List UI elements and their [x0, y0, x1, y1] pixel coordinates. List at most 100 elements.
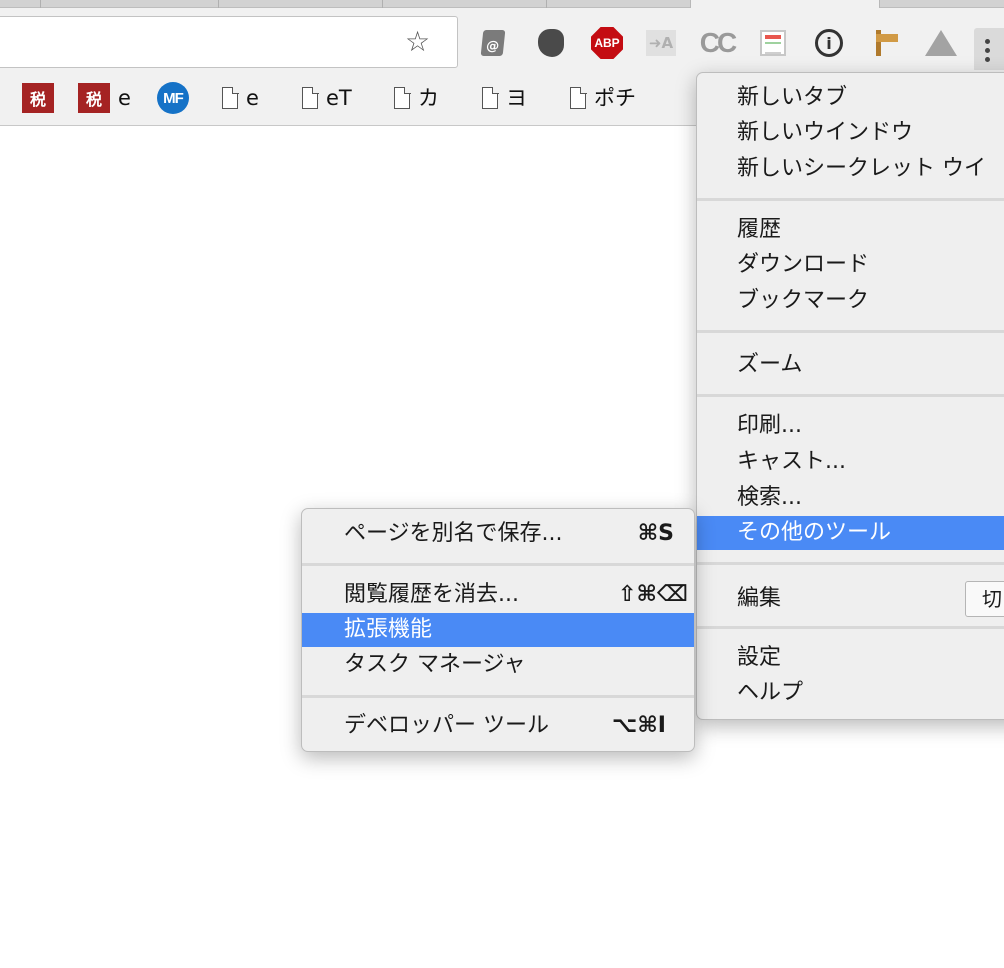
onepassword-keyhole-icon: i: [815, 29, 843, 57]
menu-item-cast[interactable]: キャスト...: [697, 445, 1004, 479]
edit-cut-button[interactable]: 切: [965, 581, 1004, 617]
document-icon: [302, 86, 319, 109]
menu-item-print[interactable]: 印刷...: [697, 409, 1004, 443]
menu-item-label: 印刷...: [737, 413, 802, 438]
menu-item-label: キャスト...: [737, 449, 846, 474]
bookmark-label: e: [246, 86, 259, 110]
signpost-icon: [870, 28, 900, 58]
bookmark-tax-e[interactable]: 税 e: [78, 82, 131, 114]
menu-item-save-page-as[interactable]: ページを別名で保存... ⌘S: [302, 517, 694, 551]
menu-item-help[interactable]: ヘルプ: [697, 676, 1004, 710]
kebab-dot-icon: [984, 47, 990, 53]
evernote-extension-button[interactable]: [534, 26, 568, 60]
bookmark-pochi[interactable]: ポチ: [570, 82, 636, 114]
abp-stop-sign-icon: ABP: [591, 27, 623, 59]
bookmark-e[interactable]: e: [222, 82, 259, 114]
bookmark-ka[interactable]: カ: [394, 82, 439, 114]
bookmark-label: eT: [326, 86, 352, 110]
menu-separator: [697, 330, 1004, 333]
reader-extension-button[interactable]: [756, 26, 790, 60]
shortcut-label: ⇧⌘⌫: [618, 582, 688, 607]
more-tools-submenu: ページを別名で保存... ⌘S 閲覧履歴を消去... ⇧⌘⌫ 拡張機能 タスク …: [301, 508, 695, 752]
menu-item-extensions[interactable]: 拡張機能: [302, 613, 694, 647]
document-icon: [394, 86, 411, 109]
bookmark-label: e: [118, 86, 131, 110]
menu-item-label: 検索...: [737, 485, 802, 510]
menu-item-label: ブックマーク: [737, 288, 870, 313]
menu-item-clear-browsing-data[interactable]: 閲覧履歴を消去... ⇧⌘⌫: [302, 578, 694, 612]
menu-separator: [302, 695, 694, 698]
menu-item-more-tools[interactable]: その他のツール: [697, 516, 1004, 550]
menu-separator: [302, 563, 694, 566]
bookmark-et[interactable]: eT: [302, 82, 352, 114]
menu-separator: [697, 394, 1004, 397]
menu-item-history[interactable]: 履歴: [697, 213, 1004, 247]
menu-item-label: ズーム: [737, 352, 803, 377]
menu-separator: [697, 562, 1004, 565]
chrome-menu-button[interactable]: [974, 28, 1004, 72]
menu-item-label: 拡張機能: [344, 617, 433, 642]
translate-extension-button[interactable]: ➜A: [644, 26, 678, 60]
tab-edge: [218, 0, 226, 8]
bookmark-label: ポチ: [594, 86, 636, 110]
cc-icon: CC: [699, 27, 737, 58]
kebab-dot-icon: [984, 38, 990, 44]
tax-icon: 税: [78, 83, 110, 113]
menu-item-label: 閲覧履歴を消去...: [344, 582, 519, 607]
bookmark-mf[interactable]: MF: [157, 82, 189, 114]
document-icon: [482, 86, 499, 109]
mf-icon: MF: [157, 82, 189, 114]
drive-triangle-icon: [925, 30, 957, 56]
menu-item-label: ページを別名で保存...: [344, 521, 563, 546]
menu-item-label: その他のツール: [737, 520, 892, 545]
bookmark-label: カ: [418, 86, 439, 110]
menu-item-developer-tools[interactable]: デベロッパー ツール ⌥⌘I: [302, 709, 694, 743]
menu-item-zoom[interactable]: ズーム: [697, 348, 1004, 382]
tab-edge: [546, 0, 554, 8]
menu-separator: [697, 626, 1004, 629]
menu-item-label: 履歴: [737, 217, 782, 242]
bookmark-star-icon[interactable]: ☆: [405, 27, 430, 57]
shortcut-label: ⌘S: [637, 521, 674, 546]
menu-item-edit: 編集 切: [697, 577, 1004, 621]
menu-item-new-window[interactable]: 新しいウインドウ: [697, 116, 1004, 150]
menu-item-label: 設定: [737, 645, 782, 670]
tab-edge: [40, 0, 48, 8]
reader-page-icon: [760, 30, 786, 56]
tab-active[interactable]: [690, 0, 880, 8]
menu-item-downloads[interactable]: ダウンロード: [697, 248, 1004, 282]
mail-extension-button[interactable]: @: [476, 26, 510, 60]
menu-item-label: 編集: [737, 586, 782, 611]
mail-at-icon: @: [480, 30, 506, 56]
document-icon: [570, 86, 587, 109]
menu-item-label: デベロッパー ツール: [344, 713, 549, 738]
adblock-plus-extension-button[interactable]: ABP: [590, 26, 624, 60]
bookmark-yo[interactable]: ヨ: [482, 82, 527, 114]
tab-edge: [382, 0, 390, 8]
menu-item-label: タスク マネージャ: [344, 652, 526, 677]
toolbar: ☆ @ ABP ➜A CC i: [0, 8, 1004, 72]
menu-item-find[interactable]: 検索...: [697, 481, 1004, 515]
menu-item-new-tab[interactable]: 新しいタブ: [697, 81, 1004, 115]
tab-strip: [0, 0, 1004, 8]
chrome-main-menu: 新しいタブ 新しいウインドウ 新しいシークレット ウイ 履歴 ダウンロード ブッ…: [696, 72, 1004, 720]
menu-item-settings[interactable]: 設定: [697, 641, 1004, 675]
menu-item-bookmarks[interactable]: ブックマーク: [697, 284, 1004, 318]
bookmark-label: ヨ: [506, 86, 527, 110]
onepassword-extension-button[interactable]: i: [812, 26, 846, 60]
menu-separator: [697, 198, 1004, 201]
cc-extension-button[interactable]: CC: [699, 26, 737, 60]
menu-item-new-incognito-window[interactable]: 新しいシークレット ウイ: [697, 152, 1004, 186]
address-bar[interactable]: ☆: [0, 16, 458, 68]
signpost-extension-button[interactable]: [868, 26, 902, 60]
menu-item-label: 新しいタブ: [737, 85, 848, 110]
menu-item-label: ヘルプ: [737, 680, 804, 705]
kebab-dot-icon: [984, 56, 990, 62]
document-icon: [222, 86, 239, 109]
evernote-elephant-icon: [538, 29, 564, 57]
drive-extension-button[interactable]: [924, 26, 958, 60]
menu-item-task-manager[interactable]: タスク マネージャ: [302, 648, 694, 682]
shortcut-label: ⌥⌘I: [612, 713, 666, 738]
bookmark-tax[interactable]: 税: [22, 82, 54, 114]
menu-item-label: 新しいウインドウ: [737, 120, 914, 145]
